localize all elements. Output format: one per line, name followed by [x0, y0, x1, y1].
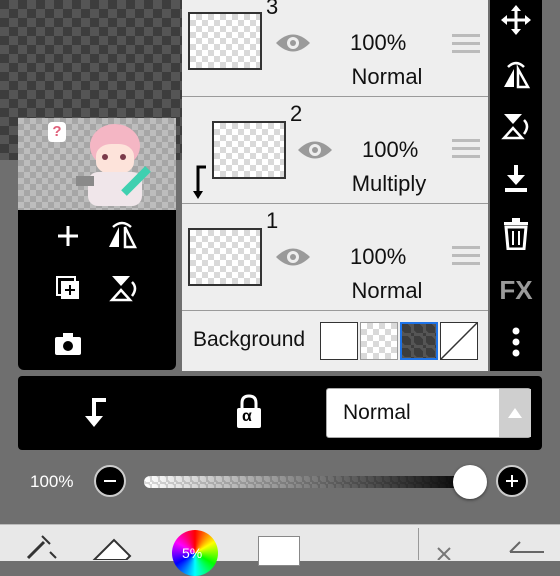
opacity-plus-button[interactable] — [496, 465, 528, 497]
color-wheel-label: 5% — [182, 545, 203, 561]
more-icon[interactable] — [490, 316, 542, 368]
layer-opacity: 100% — [362, 137, 419, 162]
layer-opacity: 100% — [350, 244, 407, 269]
visibility-eye-icon[interactable] — [274, 30, 312, 56]
question-bubble: ? — [48, 122, 66, 142]
dropdown-arrow-icon[interactable] — [499, 389, 531, 437]
clipping-icon[interactable] — [80, 396, 112, 430]
toolbar-divider — [418, 528, 419, 560]
left-tool-panel — [18, 210, 176, 370]
layer-row-3[interactable]: 3 100% Normal — [182, 0, 488, 97]
opacity-slider-thumb[interactable] — [453, 465, 487, 499]
opacity-slider-track[interactable] — [144, 476, 474, 488]
alpha-lock-label: α — [242, 408, 252, 425]
move-icon[interactable] — [490, 0, 542, 46]
drag-handle-icon[interactable] — [452, 139, 480, 161]
layer-number: 1 — [266, 208, 279, 233]
rotate-icon[interactable] — [100, 266, 144, 310]
blend-mode-value: Normal — [343, 401, 411, 424]
add-layer-icon[interactable] — [46, 214, 90, 258]
layer-blend-mode: Multiply — [351, 171, 427, 196]
layer-blend-mode: Normal — [351, 278, 423, 303]
opacity-minus-button[interactable] — [94, 465, 126, 497]
drag-handle-icon[interactable] — [452, 34, 480, 56]
close-icon[interactable] — [434, 540, 454, 561]
eraser-icon[interactable] — [88, 532, 136, 561]
flip-vertical-icon[interactable] — [490, 100, 542, 152]
flip-icon[interactable] — [100, 214, 144, 258]
trash-icon[interactable] — [490, 208, 542, 260]
opacity-label: 100% — [30, 472, 74, 491]
layer-number: 2 — [290, 101, 303, 126]
layer-row-2[interactable]: 2 100% Multiply — [182, 97, 488, 204]
layer-thumbnail — [188, 228, 262, 286]
back-arrow-icon[interactable] — [506, 534, 546, 560]
pen-tool-icon[interactable] — [24, 532, 60, 560]
layer-number: 3 — [266, 0, 279, 19]
layer-thumbnail — [188, 12, 262, 70]
background-label: Background — [193, 328, 306, 351]
layer-opacity: 100% — [350, 30, 407, 55]
camera-icon[interactable] — [46, 322, 90, 366]
background-checker-option[interactable] — [360, 322, 398, 360]
background-row: Background — [182, 311, 488, 371]
background-white-option[interactable] — [320, 322, 358, 360]
merge-down-icon[interactable] — [490, 152, 542, 204]
copy-layer-icon[interactable] — [46, 266, 90, 310]
layer-thumbnail — [212, 121, 286, 179]
background-none-option[interactable] — [440, 322, 478, 360]
fx-icon[interactable]: FX — [490, 264, 542, 316]
flip-horizontal-icon[interactable] — [490, 48, 542, 100]
blend-mode-select[interactable]: Normal — [326, 388, 531, 438]
visibility-eye-icon[interactable] — [274, 244, 312, 270]
layer-blend-mode: Normal — [351, 64, 423, 89]
visibility-eye-icon[interactable] — [296, 137, 334, 163]
clipping-arrow-icon — [192, 165, 210, 201]
current-color-swatch[interactable] — [258, 536, 300, 566]
canvas-preview: ? — [18, 118, 176, 210]
background-dark-option[interactable] — [400, 322, 438, 360]
character-image — [76, 120, 151, 206]
alpha-lock-icon[interactable]: α — [234, 394, 264, 430]
drag-handle-icon[interactable] — [452, 246, 480, 268]
layer-row-1[interactable]: 1 100% Normal — [182, 204, 488, 311]
